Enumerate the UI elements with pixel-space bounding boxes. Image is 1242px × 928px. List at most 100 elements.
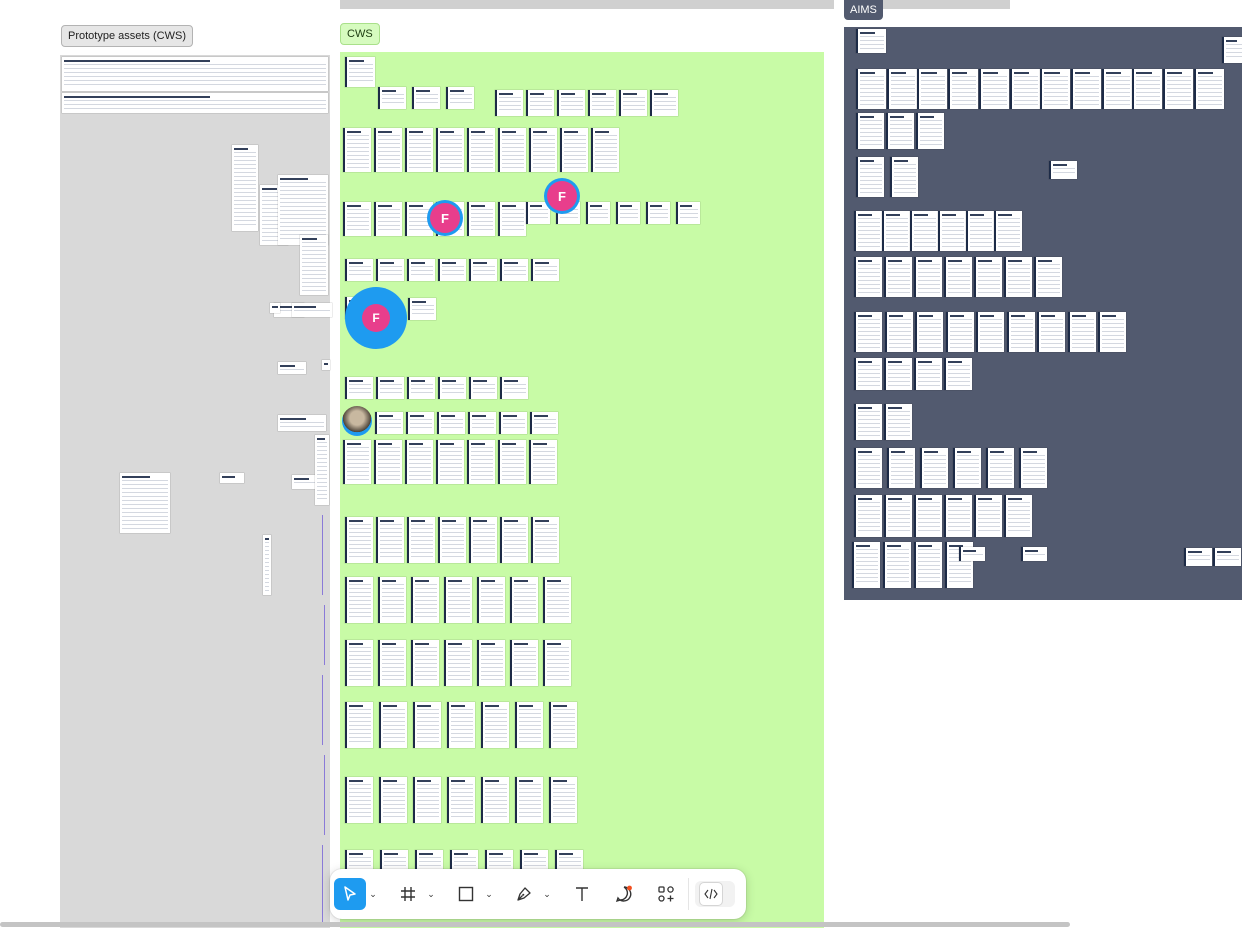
frame-thumbnail[interactable] xyxy=(1222,37,1242,63)
frame-thumbnail[interactable] xyxy=(436,128,464,172)
section-label-cws[interactable]: CWS xyxy=(340,23,380,45)
frame-thumbnail[interactable] xyxy=(557,90,585,116)
frame-thumbnail[interactable] xyxy=(378,577,406,623)
frame-thumbnail[interactable] xyxy=(920,448,948,488)
frame-thumbnail[interactable] xyxy=(345,57,375,87)
frame-thumbnail[interactable] xyxy=(884,404,912,440)
section-prototype-assets[interactable] xyxy=(60,55,332,928)
frame-thumbnail[interactable] xyxy=(1193,69,1224,109)
frame-thumbnail[interactable] xyxy=(481,777,509,823)
frame-thumbnail[interactable] xyxy=(322,360,330,370)
comment-tool-button[interactable] xyxy=(608,878,640,910)
dev-mode-toggle[interactable] xyxy=(695,881,735,907)
frame-thumbnail[interactable] xyxy=(854,404,882,440)
frame-thumbnail[interactable] xyxy=(543,640,571,686)
frame-thumbnail[interactable] xyxy=(438,517,466,563)
frame-thumbnail[interactable] xyxy=(856,113,884,149)
frame-thumbnail[interactable] xyxy=(586,202,610,224)
frame-thumbnail[interactable] xyxy=(646,202,670,224)
frame-thumbnail[interactable] xyxy=(560,128,588,172)
frame-thumbnail[interactable] xyxy=(1132,69,1163,109)
text-tool-button[interactable] xyxy=(566,878,598,910)
frame-thumbnail[interactable] xyxy=(345,577,373,623)
frame-thumbnail[interactable] xyxy=(62,93,328,113)
frame-thumbnail[interactable] xyxy=(676,202,700,224)
frame-thumbnail[interactable] xyxy=(1037,312,1065,352)
frame-thumbnail[interactable] xyxy=(444,640,472,686)
frame-thumbnail[interactable] xyxy=(405,202,433,236)
frame-thumbnail[interactable] xyxy=(1067,312,1096,352)
frame-thumbnail[interactable] xyxy=(616,202,640,224)
frame-thumbnail[interactable] xyxy=(1021,547,1047,561)
frame-thumbnail[interactable] xyxy=(270,303,280,313)
frame-thumbnail[interactable] xyxy=(854,495,882,537)
actions-tool-button[interactable] xyxy=(650,878,682,910)
frame-thumbnail[interactable] xyxy=(588,90,616,116)
frame-thumbnail[interactable] xyxy=(405,128,433,172)
frame-tool-menu-chevron-icon[interactable]: ⌄ xyxy=(424,878,438,910)
frame-thumbnail[interactable] xyxy=(914,495,942,537)
frame-thumbnail[interactable] xyxy=(374,440,402,484)
frame-thumbnail[interactable] xyxy=(856,157,884,197)
frame-thumbnail[interactable] xyxy=(619,90,647,116)
frame-thumbnail[interactable] xyxy=(378,87,406,109)
frame-thumbnail[interactable] xyxy=(447,777,475,823)
section-cws[interactable] xyxy=(340,52,824,928)
frame-thumbnail[interactable] xyxy=(994,211,1022,251)
frame-thumbnail[interactable] xyxy=(292,303,332,317)
frame-thumbnail[interactable] xyxy=(852,542,880,588)
frame-thumbnail[interactable] xyxy=(405,440,433,484)
frame-thumbnail[interactable] xyxy=(374,128,402,172)
frame-thumbnail[interactable] xyxy=(467,202,495,236)
frame-thumbnail[interactable] xyxy=(120,473,170,533)
frame-thumbnail[interactable] xyxy=(1034,257,1062,297)
frame-thumbnail[interactable] xyxy=(1004,257,1032,297)
frame-thumbnail[interactable] xyxy=(374,202,402,236)
frame-thumbnail[interactable] xyxy=(854,211,882,251)
frame-thumbnail[interactable] xyxy=(854,312,882,352)
shape-tool-menu-chevron-icon[interactable]: ⌄ xyxy=(482,878,496,910)
frame-thumbnail[interactable] xyxy=(854,257,882,297)
frame-thumbnail[interactable] xyxy=(914,358,942,390)
frame-thumbnail[interactable] xyxy=(886,69,917,109)
frame-thumbnail[interactable] xyxy=(376,377,404,399)
frame-thumbnail[interactable] xyxy=(468,412,496,434)
frame-thumbnail[interactable] xyxy=(530,412,558,434)
frame-thumbnail[interactable] xyxy=(500,259,528,281)
frame-thumbnail[interactable] xyxy=(1098,312,1126,352)
frame-thumbnail[interactable] xyxy=(1004,495,1032,537)
frame-thumbnail[interactable] xyxy=(345,517,373,563)
frame-thumbnail[interactable] xyxy=(343,202,371,236)
pen-tool-menu-chevron-icon[interactable]: ⌄ xyxy=(540,878,554,910)
frame-thumbnail[interactable] xyxy=(438,259,466,281)
frame-thumbnail[interactable] xyxy=(854,448,882,488)
section-label-prototype-assets[interactable]: Prototype assets (CWS) xyxy=(61,25,193,47)
frame-thumbnail[interactable] xyxy=(974,495,1002,537)
frame-thumbnail[interactable] xyxy=(345,377,373,399)
frame-tool-button[interactable] xyxy=(392,878,424,910)
frame-thumbnail[interactable] xyxy=(944,358,972,390)
frame-thumbnail[interactable] xyxy=(376,517,404,563)
frame-thumbnail[interactable] xyxy=(406,412,434,434)
frame-thumbnail[interactable] xyxy=(477,640,505,686)
frame-thumbnail[interactable] xyxy=(376,259,404,281)
frame-thumbnail[interactable] xyxy=(882,211,910,251)
frame-thumbnail[interactable] xyxy=(345,702,373,748)
frame-thumbnail[interactable] xyxy=(437,412,465,434)
section-label-aims[interactable]: AIMS xyxy=(844,0,883,20)
frame-thumbnail[interactable] xyxy=(498,202,526,236)
frame-thumbnail[interactable] xyxy=(966,211,994,251)
frame-thumbnail[interactable] xyxy=(917,69,948,109)
frame-thumbnail[interactable] xyxy=(884,495,912,537)
frame-thumbnail[interactable] xyxy=(379,702,407,748)
frame-thumbnail[interactable] xyxy=(526,90,554,116)
frame-thumbnail[interactable] xyxy=(413,702,441,748)
frame-thumbnail[interactable] xyxy=(1019,448,1047,488)
frame-thumbnail[interactable] xyxy=(379,777,407,823)
frame-thumbnail[interactable] xyxy=(407,259,435,281)
frame-thumbnail[interactable] xyxy=(890,157,918,197)
frame-thumbnail[interactable] xyxy=(886,113,914,149)
frame-thumbnail[interactable] xyxy=(591,128,619,172)
frame-thumbnail[interactable] xyxy=(412,87,440,109)
frame-thumbnail[interactable] xyxy=(938,211,966,251)
